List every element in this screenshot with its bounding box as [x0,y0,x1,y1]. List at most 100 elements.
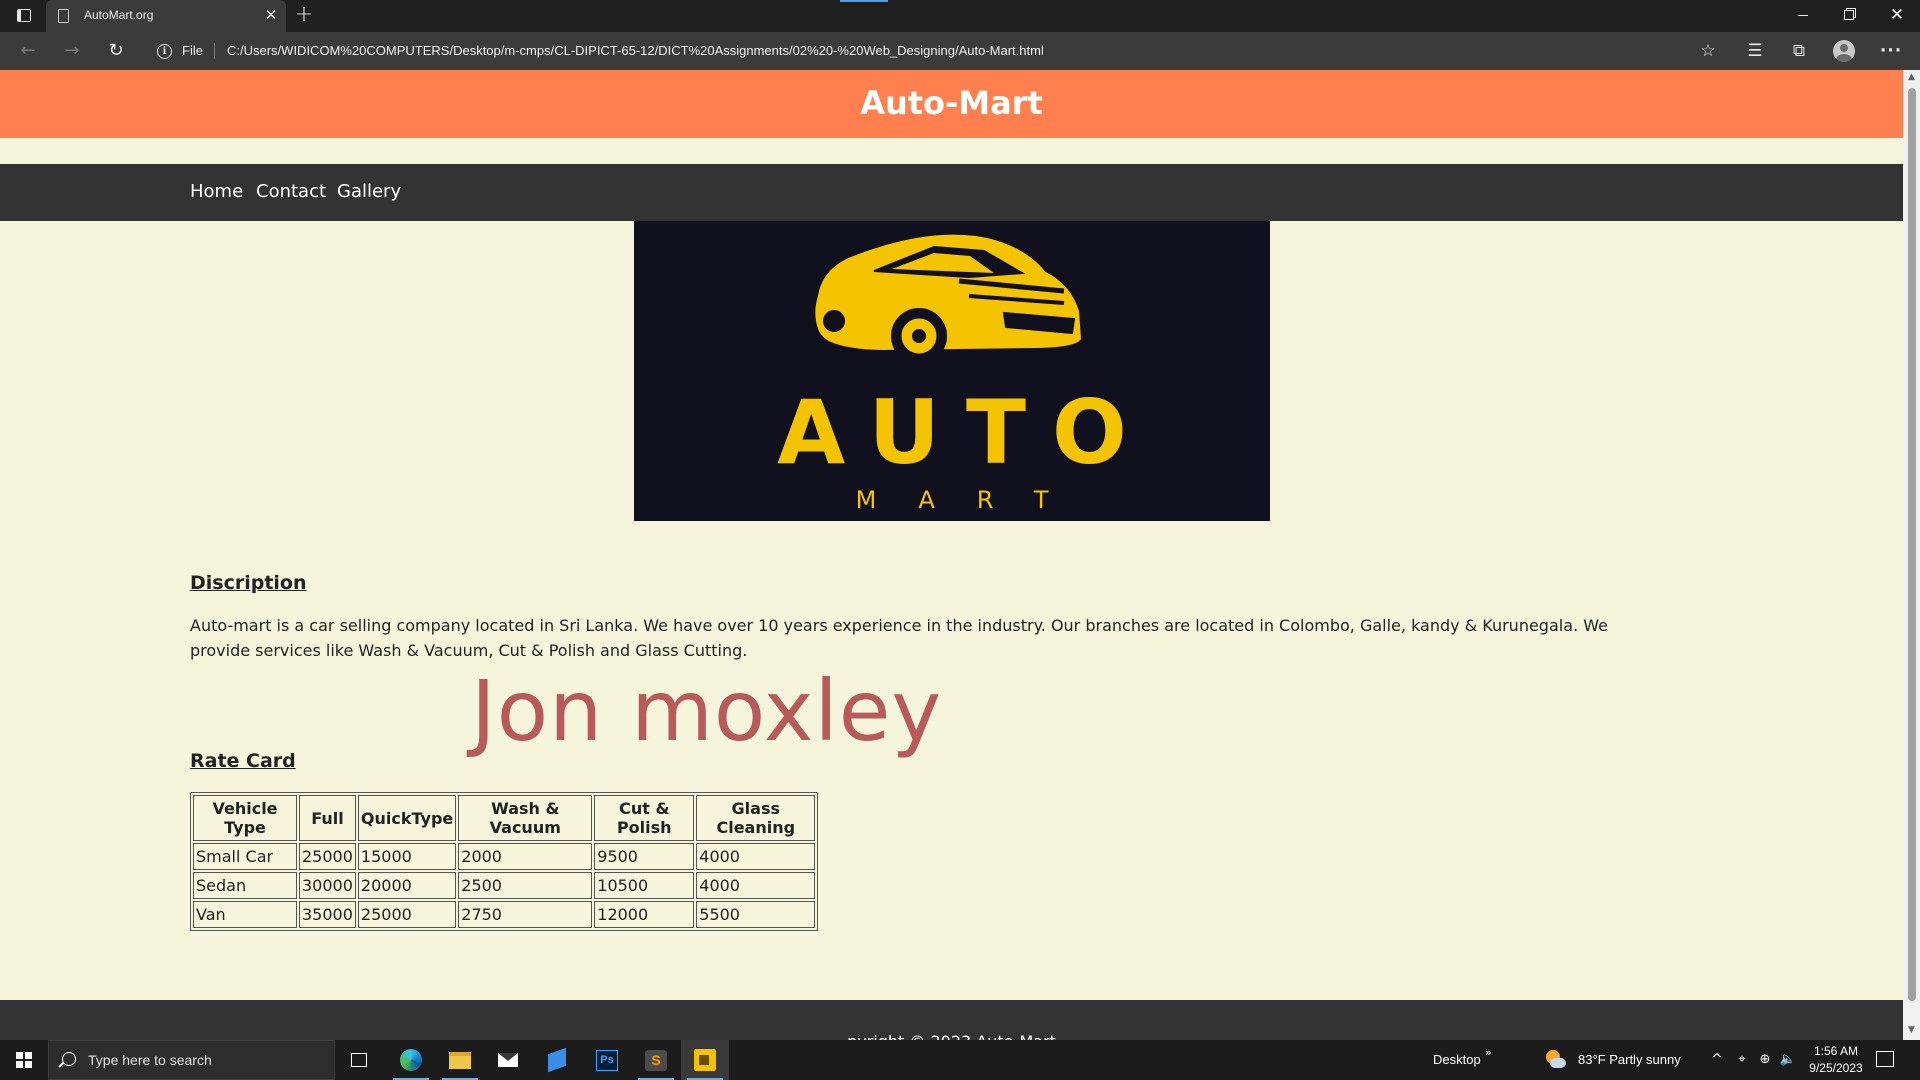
logo-word: AUTO [777,381,1153,484]
desktop-toolbar-label[interactable]: Desktop [1433,1052,1481,1067]
auto-mart-logo: AUTO MART [634,221,1270,521]
start-button[interactable] [0,1040,48,1080]
nav-link-contact[interactable]: Contact [256,181,326,202]
taskbar-vscode[interactable] [533,1040,581,1080]
nav-link-home[interactable]: Home [190,181,243,202]
clock-date[interactable]: 9/25/2023 [1808,1061,1864,1075]
table-row: Small Car 25000 15000 2000 9500 4000 [193,843,816,870]
notification-icon[interactable] [1876,1051,1894,1067]
restore-icon [1844,10,1854,20]
file-scheme-label[interactable]: File [182,43,203,58]
table-cell: 35000 [299,901,356,928]
table-cell: 10500 [594,872,695,899]
column-header: Full [299,795,356,841]
collections-icon[interactable]: ⧉ [1786,38,1812,64]
table-row: Sedan 30000 20000 2500 10500 4000 [193,872,816,899]
table-cell: 2500 [458,872,593,899]
table-cell: 15000 [357,843,457,870]
task-view-button[interactable] [335,1040,383,1080]
site-footer: pyright © 2023 Auto-Mart [0,1000,1903,1040]
tab-actions-icon [17,9,31,22]
favorites-icon[interactable]: ☰ [1742,38,1768,64]
table-cell: 5500 [696,901,816,928]
table-cell: 30000 [299,872,356,899]
column-header: Glass Cleaning [696,795,816,841]
tab-title: AutoMart.org [84,8,154,22]
table-cell: 2750 [458,901,593,928]
table-cell: 25000 [299,843,356,870]
windows-logo-icon [16,1052,32,1068]
more-icon[interactable]: ··· [1878,38,1904,64]
table-cell: 2000 [458,843,593,870]
photoshop-icon: Ps [596,1050,618,1071]
info-icon[interactable]: i [157,44,172,59]
column-header: Vehicle Type [193,795,297,841]
profile-icon [1833,40,1855,62]
chevron-up-icon[interactable]: ^ [1708,1051,1726,1069]
windows-taskbar: Type here to search Ps S Desktop » 83°F … [0,1040,1920,1080]
table-cell: 4000 [696,843,816,870]
taskbar-sublime-text[interactable]: S [632,1040,680,1080]
nav-link-gallery[interactable]: Gallery [337,181,401,202]
browser-toolbar: ← → ↻ i File C:/Users/WIDICOM%20COMPUTER… [0,32,1920,70]
taskbar-search-box[interactable]: Type here to search [48,1040,335,1080]
clock-time[interactable]: 1:56 AM [1808,1044,1864,1058]
column-header: Cut & Polish [594,795,695,841]
taskbar-mail[interactable] [484,1040,532,1080]
tab-actions-button[interactable] [12,4,36,28]
site-nav: Home Contact Gallery [0,164,1903,221]
page-viewport: Auto-Mart Home Contact Gallery AUTO MART… [0,70,1903,1040]
scroll-up-icon[interactable]: ▲ [1903,72,1920,84]
page-icon [58,9,69,23]
taskbar-photos[interactable] [681,1040,729,1080]
refresh-icon[interactable]: ↻ [102,37,130,65]
table-header-row: Vehicle Type Full QuickType Wash & Vacuu… [193,795,816,841]
handwritten-name: Jon moxley [471,662,943,760]
rate-card-heading: Rate Card [190,750,296,772]
table-cell: 12000 [594,901,695,928]
site-title: Auto-Mart [860,84,1043,122]
table-cell: 4000 [696,872,816,899]
restore-button[interactable] [1826,0,1872,32]
scroll-thumb[interactable] [1908,88,1916,1001]
table-cell: Small Car [193,843,297,870]
new-tab-button[interactable]: + [292,4,316,28]
page-scrollbar[interactable]: ▲ ▼ [1903,70,1920,1040]
minimize-button[interactable] [1780,0,1826,32]
tab-strip: AutoMart.org ✕ + ✕ [0,0,1920,32]
table-cell: Van [193,901,297,928]
weather-widget[interactable]: 83°F Partly sunny [1578,1052,1681,1067]
taskbar-photoshop[interactable]: Ps [583,1040,631,1080]
description-heading: Discription [190,572,307,594]
chevron-right-icon[interactable]: » [1485,1046,1492,1059]
forward-arrow-icon[interactable]: → [58,37,86,65]
site-header: Auto-Mart [0,70,1903,138]
rate-card-table: Vehicle Type Full QuickType Wash & Vacuu… [190,792,819,931]
close-window-button[interactable]: ✕ [1874,0,1920,32]
partly-sunny-icon[interactable] [1544,1050,1566,1070]
footer-copyright: pyright © 2023 Auto-Mart [0,1032,1903,1040]
column-header: QuickType [357,795,457,841]
description-text: Auto-mart is a car selling company locat… [190,616,1608,660]
loading-indicator [840,0,888,2]
taskbar-edge[interactable] [387,1040,435,1080]
table-row: Van 35000 25000 2750 12000 5500 [193,901,816,928]
table-cell: 9500 [594,843,695,870]
scroll-down-icon[interactable]: ▼ [1903,1025,1920,1037]
close-tab-icon[interactable]: ✕ [262,6,280,24]
task-view-icon [351,1053,367,1067]
add-favorite-icon[interactable]: ☆ [1695,38,1721,64]
meet-now-icon[interactable]: ⌖ [1733,1051,1751,1069]
back-arrow-icon[interactable]: ← [14,37,42,65]
profile-avatar[interactable] [1831,38,1857,64]
address-bar[interactable]: C:/Users/WIDICOM%20COMPUTERS/Desktop/m-c… [227,43,1044,58]
table-cell: Sedan [193,872,297,899]
minimize-icon [1798,14,1808,16]
network-icon[interactable]: ⊕ [1756,1051,1774,1069]
mail-icon [498,1053,518,1067]
column-header: Wash & Vacuum [458,795,593,841]
volume-icon[interactable]: 🔈 [1779,1051,1797,1069]
taskbar-file-explorer[interactable] [436,1040,484,1080]
logo-subword: MART [855,486,1091,514]
tab-automart[interactable]: AutoMart.org ✕ [46,0,286,32]
